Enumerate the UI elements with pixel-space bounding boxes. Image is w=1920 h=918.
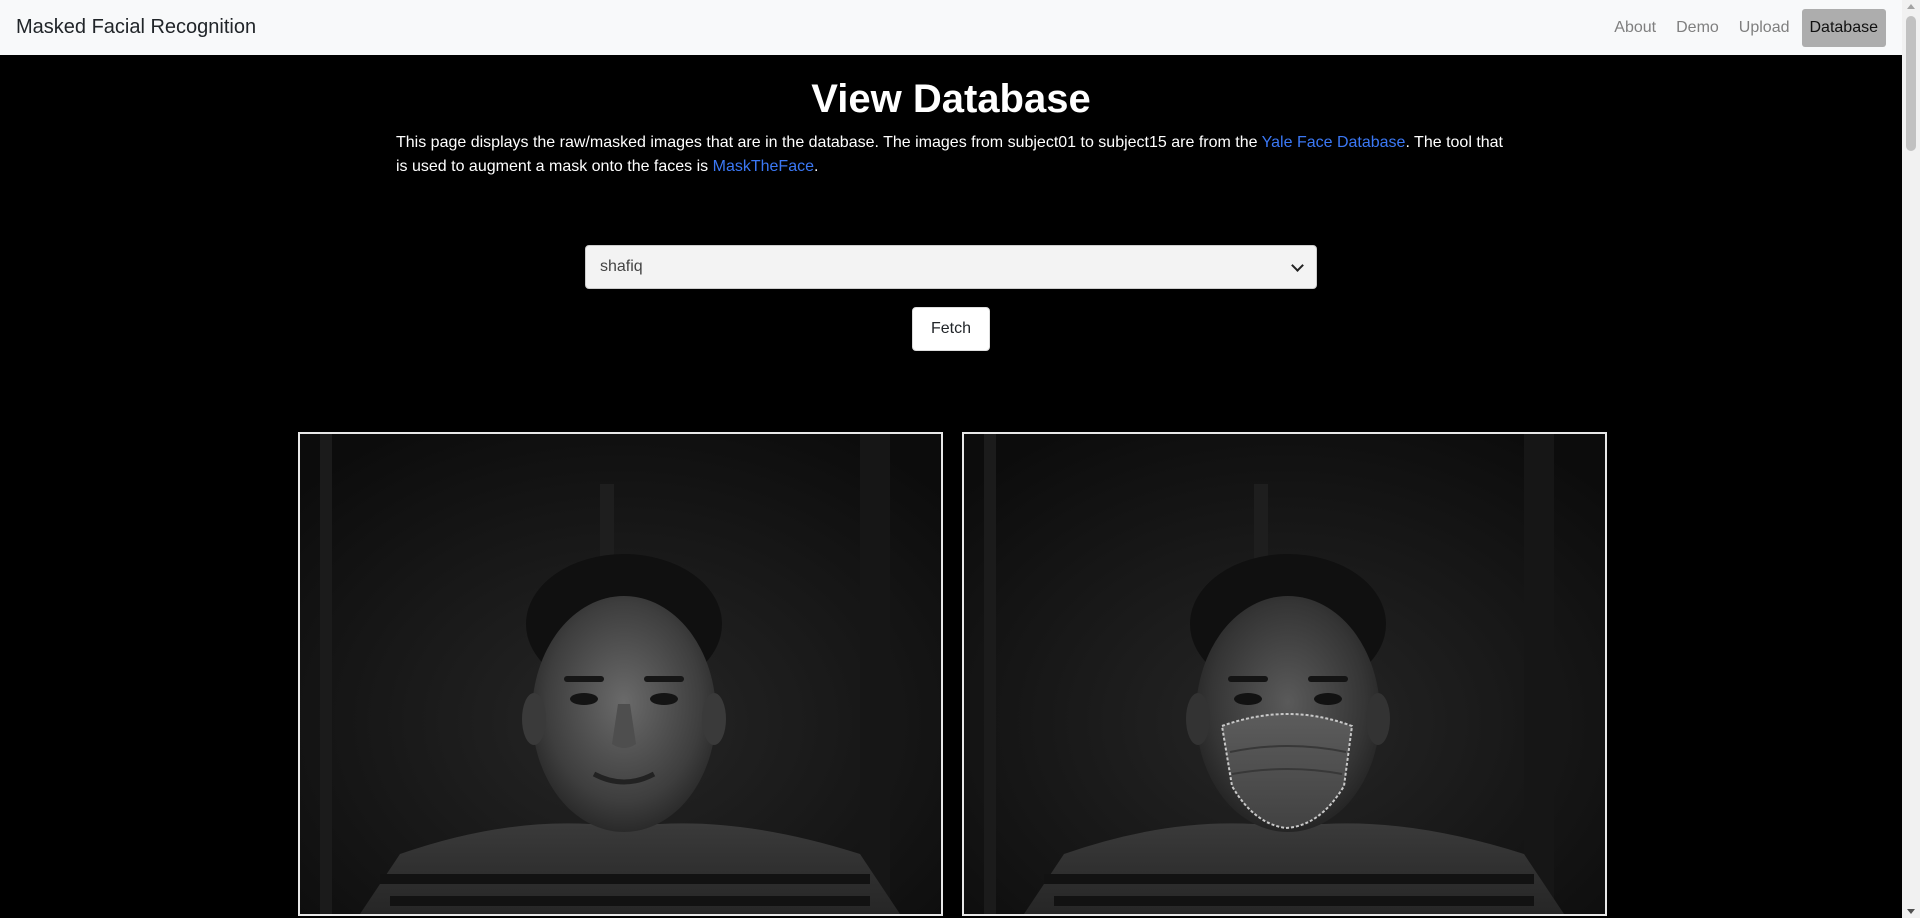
scroll-down-icon[interactable] <box>1907 909 1915 914</box>
navbar: Masked Facial Recognition About Demo Upl… <box>0 0 1902 55</box>
chevron-down-icon <box>1291 258 1304 272</box>
raw-face-image <box>298 432 943 916</box>
main-content: View Database This page displays the raw… <box>0 55 1902 918</box>
page-title: View Database <box>811 77 1091 121</box>
masked-face-photo <box>964 434 1605 914</box>
page-description: This page displays the raw/masked images… <box>396 131 1516 179</box>
fetch-button[interactable]: Fetch <box>912 307 990 351</box>
nav-link-demo[interactable]: Demo <box>1668 9 1727 47</box>
nav-links: About Demo Upload Database <box>1606 8 1886 47</box>
masktheface-link[interactable]: MaskTheFace <box>713 158 814 175</box>
raw-face-photo <box>300 434 941 914</box>
masked-face-image <box>962 432 1607 916</box>
scrollbar-thumb[interactable] <box>1906 16 1916 151</box>
subject-select-value: shafiq <box>600 258 643 275</box>
scroll-up-icon[interactable] <box>1907 4 1915 9</box>
nav-link-database[interactable]: Database <box>1801 8 1886 47</box>
subject-select[interactable]: shafiq <box>585 245 1317 289</box>
page-scrollbar[interactable] <box>1902 0 1920 918</box>
description-text-1: This page displays the raw/masked images… <box>396 134 1262 151</box>
navbar-brand[interactable]: Masked Facial Recognition <box>16 16 256 39</box>
description-text-3: . <box>814 158 819 175</box>
yale-face-database-link[interactable]: Yale Face Database <box>1262 134 1406 151</box>
nav-link-about[interactable]: About <box>1606 9 1664 47</box>
nav-link-upload[interactable]: Upload <box>1731 9 1798 47</box>
